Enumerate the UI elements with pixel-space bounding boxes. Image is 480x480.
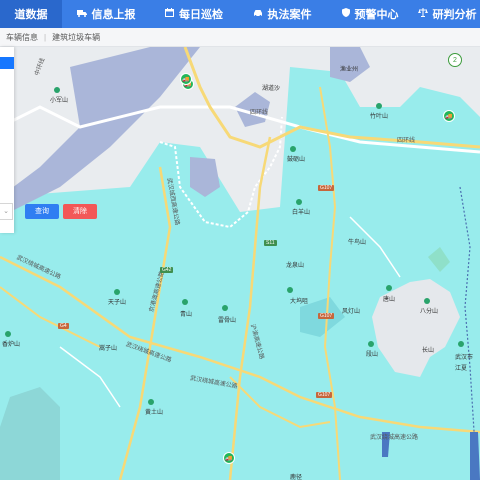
map-label-qingshan: 青山 bbox=[180, 312, 193, 318]
poi-icon bbox=[182, 299, 188, 305]
breadcrumb-item-construction-trucks[interactable]: 建筑垃圾车辆 bbox=[46, 32, 106, 43]
nav-item-cases-label: 执法案件 bbox=[267, 9, 312, 21]
nav-item-inspection-label: 每日巡检 bbox=[179, 9, 223, 21]
map-count-badge[interactable]: 2 bbox=[448, 53, 462, 67]
poi-icon bbox=[54, 87, 60, 93]
road-label-wh-lake3: 武汉绕城高速公路 bbox=[370, 435, 419, 441]
map-label-bagongshan: 八分山 bbox=[420, 309, 439, 315]
poi-icon bbox=[424, 298, 430, 304]
poi-icon bbox=[114, 289, 120, 295]
map-label-jiedao: 江夏 bbox=[455, 366, 468, 372]
road-shield: G107 bbox=[318, 313, 335, 319]
poi-icon bbox=[368, 341, 374, 347]
nav-item-alerts-label: 预警中心 bbox=[354, 9, 399, 21]
map-label-xiangluoshan: 香炉山 bbox=[2, 342, 21, 348]
poi-icon bbox=[386, 285, 392, 291]
nav-item-cases[interactable]: 执法案件 bbox=[238, 0, 326, 28]
nav-item-report[interactable]: 信息上报 bbox=[62, 0, 150, 28]
map-label-niuwushan: 牛鸟山 bbox=[348, 240, 367, 246]
calendar-icon bbox=[165, 8, 174, 20]
clear-button[interactable]: 清除 bbox=[63, 203, 97, 219]
truck-icon bbox=[76, 9, 87, 20]
breadcrumb: 车辆信息 | 建筑垃圾车辆 bbox=[0, 28, 480, 47]
car-icon bbox=[253, 9, 263, 20]
map-label-fengdengshan: 风灯山 bbox=[342, 309, 361, 315]
poi-icon bbox=[376, 103, 382, 109]
vehicle-marker-icon[interactable]: 🚚 bbox=[180, 73, 192, 85]
panel-tab-indicator[interactable] bbox=[0, 57, 14, 69]
nav-item-alerts[interactable]: 预警中心 bbox=[326, 0, 414, 28]
map-label-luqiao: 鹿径 bbox=[290, 475, 303, 480]
map-label-dawuzuan: 大坞咀 bbox=[290, 299, 309, 305]
scale-icon bbox=[417, 8, 428, 20]
map-label-baiqishan: 白羊山 bbox=[292, 210, 311, 216]
map-label-tangshanp: 唐山 bbox=[383, 297, 396, 303]
poi-icon bbox=[296, 199, 302, 205]
nav-item-analysis-label: 研判分析 bbox=[432, 9, 477, 21]
poi-icon bbox=[148, 399, 154, 405]
map-label-huangtushan: 黄土山 bbox=[145, 410, 164, 416]
shield-icon bbox=[341, 8, 350, 20]
poi-icon bbox=[290, 146, 296, 152]
top-navigation: 道数据 信息上报 每日巡检 执法案件 预警中心 研判分析 bbox=[0, 0, 480, 28]
query-controls: ⌄ 查询 清除 bbox=[0, 202, 97, 220]
map-label-hudaosha: 湖道沙 bbox=[262, 86, 281, 92]
map-canvas bbox=[0, 47, 480, 480]
query-button[interactable]: 查询 bbox=[25, 203, 59, 219]
nav-item-analysis[interactable]: 研判分析 bbox=[414, 0, 480, 28]
nav-item-data[interactable]: 道数据 bbox=[0, 0, 62, 28]
map-label-jiaozishan: 嵩子山 bbox=[99, 346, 118, 352]
nav-item-report-label: 信息上报 bbox=[91, 9, 136, 21]
nav-item-inspection[interactable]: 每日巡检 bbox=[150, 0, 238, 28]
map-view[interactable]: 小军山 竹叶山 渔业州 湖道沙 鼓砺山 白羊山 牛鸟山 龙泉山 八分山 风灯山 … bbox=[0, 47, 480, 480]
map-label-yuyezhou: 渔业州 bbox=[340, 67, 359, 73]
filter-select-caret[interactable]: ⌄ bbox=[0, 202, 13, 220]
map-label-wuhanshi: 武汉市 bbox=[455, 355, 474, 361]
map-label-longqiuan: 龙泉山 bbox=[286, 263, 305, 269]
road-shield: G42 bbox=[160, 267, 174, 273]
map-label-dongyoushan: 鼓砺山 bbox=[287, 157, 306, 163]
map-label-dongrunshan: 雷骨山 bbox=[218, 318, 237, 324]
road-shield: G107 bbox=[318, 185, 335, 191]
road-shield: S11 bbox=[264, 240, 277, 246]
map-label-changshanshan: 长山 bbox=[422, 348, 435, 354]
map-label-duanshan: 段山 bbox=[366, 352, 379, 358]
poi-icon bbox=[287, 287, 293, 293]
map-label-xiaojunshan: 小军山 bbox=[50, 98, 69, 104]
vehicle-marker-icon[interactable]: 🚚 bbox=[223, 452, 235, 464]
map-label-zhuyeshan: 竹叶山 bbox=[370, 114, 389, 120]
nav-item-data-label: 道数据 bbox=[14, 9, 48, 21]
road-shield: G4 bbox=[58, 323, 69, 329]
poi-icon bbox=[458, 341, 464, 347]
poi-icon bbox=[222, 305, 228, 311]
road-label-siring-e: 四环线 bbox=[397, 138, 416, 144]
road-shield: G107 bbox=[316, 392, 333, 398]
map-label-tianzishan: 天子山 bbox=[108, 300, 127, 306]
breadcrumb-item-vehicle-info[interactable]: 车辆信息 bbox=[0, 32, 44, 43]
vehicle-marker-icon[interactable]: 🚚 bbox=[443, 110, 455, 122]
road-label-siring-n: 四环线 bbox=[250, 110, 269, 116]
poi-icon bbox=[5, 331, 11, 337]
